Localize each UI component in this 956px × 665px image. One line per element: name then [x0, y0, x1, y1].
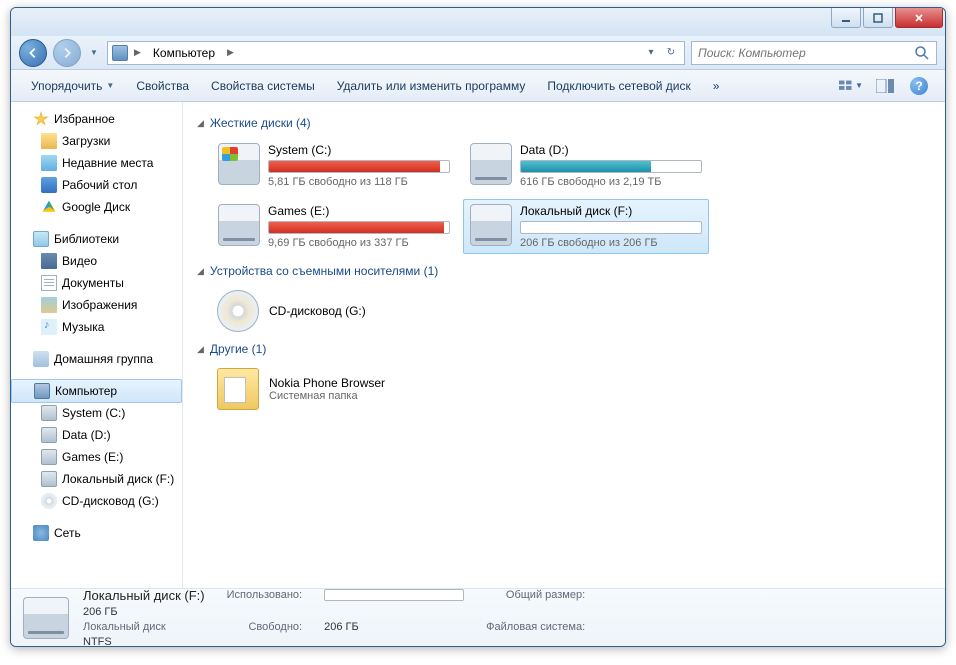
other-item-nokia[interactable]: Nokia Phone BrowserСистемная папка — [211, 364, 931, 414]
drive-icon — [218, 204, 260, 246]
view-options-button[interactable]: ▼ — [839, 74, 863, 98]
breadcrumb-dropdown[interactable]: ▾ — [642, 44, 660, 62]
maximize-button[interactable] — [863, 8, 893, 28]
folder-icon — [41, 133, 57, 149]
drive-icon — [41, 427, 57, 443]
image-icon — [41, 297, 57, 313]
drive-icon — [41, 449, 57, 465]
drive-icon — [41, 405, 57, 421]
close-button[interactable] — [895, 8, 943, 28]
forward-button[interactable] — [53, 39, 81, 67]
computer-icon — [34, 383, 50, 399]
drive-icon — [41, 471, 57, 487]
drive-usage-bar — [268, 221, 450, 234]
drive-free-text: 5,81 ГБ свободно из 118 ГБ — [268, 176, 450, 188]
navbar: ▼ ▶ Компьютер ▶ ▾ ↻ — [11, 36, 945, 70]
desktop-icon — [41, 177, 57, 193]
drive-usage-bar — [520, 221, 702, 234]
toolbar-overflow[interactable]: » — [703, 75, 730, 97]
system-folder-icon — [217, 368, 259, 410]
drive-usage-bar — [520, 160, 702, 173]
sidebar-item-desktop[interactable]: Рабочий стол — [11, 174, 182, 196]
preview-pane-button[interactable] — [873, 74, 897, 98]
details-title: Локальный диск (F:) — [83, 588, 205, 603]
system-properties-button[interactable]: Свойства системы — [201, 75, 325, 97]
sidebar-homegroup-head[interactable]: Домашняя группа — [11, 348, 182, 370]
sidebar-favorites-head[interactable]: Избранное — [11, 108, 182, 130]
minimize-button[interactable] — [831, 8, 861, 28]
section-hdd[interactable]: ◢Жесткие диски (4) — [197, 116, 931, 130]
sidebar-item-music[interactable]: Музыка — [11, 316, 182, 338]
sidebar-item-cd[interactable]: CD-дисковод (G:) — [11, 490, 182, 512]
library-icon — [33, 231, 49, 247]
star-icon — [33, 111, 49, 127]
drive-item[interactable]: Games (E:) 9,69 ГБ свободно из 337 ГБ — [211, 199, 457, 254]
sidebar-item-drive-f[interactable]: Локальный диск (F:) — [11, 468, 182, 490]
sidebar-item-documents[interactable]: Документы — [11, 272, 182, 294]
homegroup-icon — [33, 351, 49, 367]
toolbar: Упорядочить▼ Свойства Свойства системы У… — [11, 70, 945, 102]
breadcrumb[interactable]: ▶ Компьютер ▶ ▾ ↻ — [107, 41, 685, 65]
drive-free-text: 9,69 ГБ свободно из 337 ГБ — [268, 237, 450, 249]
sidebar-item-gdrive[interactable]: Google Диск — [11, 196, 182, 218]
sidebar-item-drive-d[interactable]: Data (D:) — [11, 424, 182, 446]
drive-name: Games (E:) — [268, 204, 450, 218]
document-icon — [41, 275, 57, 291]
sidebar-computer-head[interactable]: Компьютер — [11, 379, 182, 403]
music-icon — [41, 319, 57, 335]
sidebar-item-videos[interactable]: Видео — [11, 250, 182, 272]
main-content: ◢Жесткие диски (4) System (C:) 5,81 ГБ св… — [183, 102, 945, 588]
folder-icon — [41, 155, 57, 171]
cd-drive-icon — [217, 290, 259, 332]
explorer-window: ▼ ▶ Компьютер ▶ ▾ ↻ Упорядочить▼ Свойств… — [10, 7, 946, 647]
details-type: Локальный диск — [83, 621, 205, 633]
network-icon — [33, 525, 49, 541]
sidebar-item-downloads[interactable]: Загрузки — [11, 130, 182, 152]
sidebar-item-drive-e[interactable]: Games (E:) — [11, 446, 182, 468]
section-removable[interactable]: ◢Устройства со съемными носителями (1) — [197, 264, 931, 278]
map-drive-button[interactable]: Подключить сетевой диск — [537, 75, 700, 97]
drive-item-cd[interactable]: CD-дисковод (G:) — [211, 286, 931, 336]
search-box[interactable] — [691, 41, 937, 65]
drive-icon — [470, 143, 512, 185]
drive-item[interactable]: Локальный диск (F:) 206 ГБ свободно из 20… — [463, 199, 709, 254]
drive-icon — [23, 597, 69, 639]
titlebar — [11, 8, 945, 36]
section-other[interactable]: ◢Другие (1) — [197, 342, 931, 356]
drive-icon — [218, 143, 260, 185]
drive-icon — [470, 204, 512, 246]
search-input[interactable] — [698, 46, 914, 60]
gdrive-icon — [41, 199, 57, 215]
drive-free-text: 616 ГБ свободно из 2,19 ТБ — [520, 176, 702, 188]
drive-item[interactable]: Data (D:) 616 ГБ свободно из 2,19 ТБ — [463, 138, 709, 193]
breadcrumb-item[interactable]: Компьютер — [147, 46, 221, 60]
sidebar-item-recent[interactable]: Недавние места — [11, 152, 182, 174]
organize-button[interactable]: Упорядочить▼ — [21, 75, 124, 97]
back-button[interactable] — [19, 39, 47, 67]
drive-item[interactable]: System (C:) 5,81 ГБ свободно из 118 ГБ — [211, 138, 457, 193]
refresh-button[interactable]: ↻ — [662, 44, 680, 62]
drive-name: Data (D:) — [520, 143, 702, 157]
help-button[interactable]: ? — [907, 74, 931, 98]
chevron-right-icon[interactable]: ▶ — [132, 47, 143, 58]
sidebar-item-pictures[interactable]: Изображения — [11, 294, 182, 316]
chevron-right-icon[interactable]: ▶ — [225, 47, 236, 58]
search-icon[interactable] — [914, 45, 930, 61]
sidebar: Избранное Загрузки Недавние места Рабочи… — [11, 102, 183, 588]
drive-free-text: 206 ГБ свободно из 206 ГБ — [520, 237, 702, 249]
computer-icon — [112, 45, 128, 61]
film-icon — [41, 253, 57, 269]
properties-button[interactable]: Свойства — [126, 75, 199, 97]
sidebar-item-drive-c[interactable]: System (C:) — [11, 402, 182, 424]
drive-usage-bar — [268, 160, 450, 173]
usage-bar — [324, 589, 464, 601]
sidebar-libraries-head[interactable]: Библиотеки — [11, 228, 182, 250]
drive-name: System (C:) — [268, 143, 450, 157]
drive-name: Локальный диск (F:) — [520, 204, 702, 218]
sidebar-network-head[interactable]: Сеть — [11, 522, 182, 544]
uninstall-button[interactable]: Удалить или изменить программу — [327, 75, 536, 97]
history-dropdown[interactable]: ▼ — [87, 44, 101, 62]
details-pane: Локальный диск (F:) Использовано: Общий … — [11, 588, 945, 646]
cd-icon — [41, 493, 57, 509]
